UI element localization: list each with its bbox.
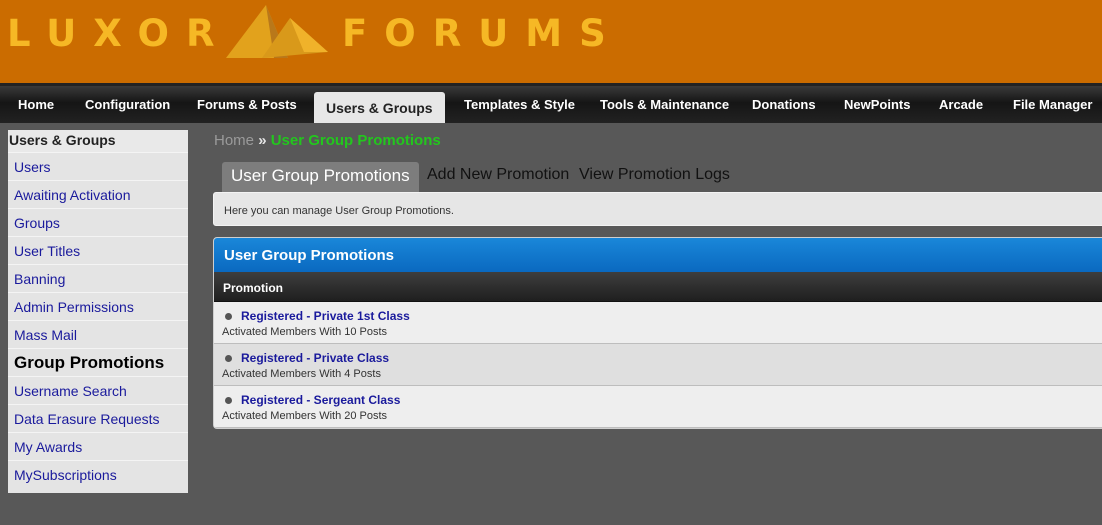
nav-tab-users-groups[interactable]: Users & Groups bbox=[314, 92, 445, 123]
sidebar: Users & Groups Users Awaiting Activation… bbox=[8, 130, 188, 493]
promotion-link[interactable]: Registered - Sergeant Class bbox=[241, 393, 400, 407]
breadcrumb-current: User Group Promotions bbox=[270, 132, 441, 149]
info-text: Here you can manage User Group Promotion… bbox=[224, 205, 454, 217]
logo-text-forums: FORUMS bbox=[342, 12, 623, 55]
sidebar-item-awaiting-activation[interactable]: Awaiting Activation bbox=[8, 180, 188, 208]
subtab-user-group-promotions[interactable]: User Group Promotions bbox=[222, 162, 419, 192]
subtab-view-promotion-logs[interactable]: View Promotion Logs bbox=[570, 162, 739, 192]
pyramid-logo-icon bbox=[226, 5, 328, 58]
breadcrumb-home-link[interactable]: Home bbox=[214, 132, 254, 149]
table-row: Registered - Private Class Activated Mem… bbox=[214, 344, 1102, 386]
promotion-description: Activated Members With 4 Posts bbox=[222, 368, 381, 380]
sidebar-item-banning[interactable]: Banning bbox=[8, 264, 188, 292]
table-row: Registered - Sergeant Class Activated Me… bbox=[214, 386, 1102, 428]
sidebar-item-groups[interactable]: Groups bbox=[8, 208, 188, 236]
sidebar-item-mass-mail[interactable]: Mass Mail bbox=[8, 320, 188, 348]
sidebar-item-user-titles[interactable]: User Titles bbox=[8, 236, 188, 264]
info-box: Here you can manage User Group Promotion… bbox=[213, 192, 1102, 226]
nav-tab-tools-maintenance[interactable]: Tools & Maintenance bbox=[600, 97, 729, 112]
promotion-description: Activated Members With 10 Posts bbox=[222, 326, 388, 338]
main-nav: Home Configuration Forums & Posts Users … bbox=[0, 83, 1102, 123]
logo-text-luxor: LUXOR bbox=[7, 12, 232, 55]
bullet-icon bbox=[225, 397, 232, 404]
sidebar-item-mysubscriptions[interactable]: MySubscriptions bbox=[8, 460, 188, 488]
promotions-table: User Group Promotions Promotion Register… bbox=[213, 237, 1102, 429]
nav-tab-home[interactable]: Home bbox=[18, 97, 54, 112]
breadcrumb: Home » User Group Promotions bbox=[214, 132, 441, 149]
nav-tab-file-manager[interactable]: File Manager bbox=[1013, 97, 1092, 112]
breadcrumb-separator: » bbox=[258, 132, 267, 149]
table-title: User Group Promotions bbox=[214, 238, 1102, 272]
bullet-icon bbox=[225, 355, 232, 362]
sidebar-item-data-erasure-requests[interactable]: Data Erasure Requests bbox=[8, 404, 188, 432]
sidebar-item-users[interactable]: Users bbox=[8, 152, 188, 180]
sidebar-item-admin-permissions[interactable]: Admin Permissions bbox=[8, 292, 188, 320]
site-header: LUXOR FORUMS bbox=[0, 0, 1102, 83]
promotion-description: Activated Members With 20 Posts bbox=[222, 410, 388, 422]
sidebar-item-my-awards[interactable]: My Awards bbox=[8, 432, 188, 460]
sidebar-item-group-promotions[interactable]: Group Promotions bbox=[8, 348, 188, 376]
nav-tab-forums-posts[interactable]: Forums & Posts bbox=[197, 97, 297, 112]
nav-tab-newpoints[interactable]: NewPoints bbox=[844, 97, 910, 112]
sidebar-item-username-search[interactable]: Username Search bbox=[8, 376, 188, 404]
table-row: Registered - Private 1st Class Activated… bbox=[214, 302, 1102, 344]
bullet-icon bbox=[225, 313, 232, 320]
nav-tab-arcade[interactable]: Arcade bbox=[939, 97, 983, 112]
promotion-link[interactable]: Registered - Private Class bbox=[241, 351, 389, 365]
nav-tab-templates-style[interactable]: Templates & Style bbox=[464, 97, 575, 112]
nav-tab-configuration[interactable]: Configuration bbox=[85, 97, 170, 112]
subtab-add-new-promotion[interactable]: Add New Promotion bbox=[418, 162, 578, 192]
promotion-link[interactable]: Registered - Private 1st Class bbox=[241, 309, 410, 323]
table-column-header: Promotion bbox=[214, 272, 1102, 302]
nav-tab-donations[interactable]: Donations bbox=[752, 97, 816, 112]
sidebar-title: Users & Groups bbox=[8, 130, 188, 152]
